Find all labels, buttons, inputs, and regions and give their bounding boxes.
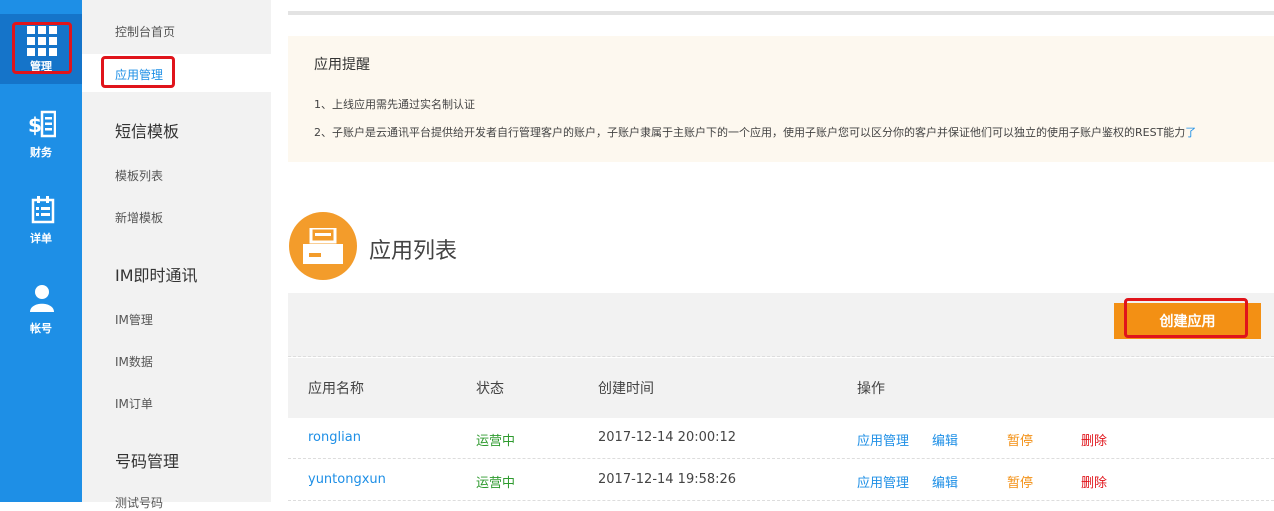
col-status: 状态 (476, 381, 504, 397)
finance-icon: $ (28, 110, 56, 138)
app-name-link[interactable]: ronglian (308, 430, 361, 445)
subnav-console-home[interactable]: 控制台首页 (115, 23, 175, 40)
highlight-box-manage (12, 22, 72, 74)
created-time: 2017-12-14 19:58:26 (598, 472, 737, 487)
nav-detail-label: 详单 (30, 232, 52, 245)
notice-panel: 应用提醒 1、上线应用需先通过实名制认证 2、子账户是云通讯平台提供给开发者自行… (288, 36, 1274, 162)
nav-detail[interactable]: 详单 (0, 192, 82, 262)
subnav-number-manage[interactable]: 号码管理 (115, 448, 179, 472)
inbox-tray-icon (303, 228, 343, 264)
pause-link[interactable]: 暂停 (1007, 472, 1033, 491)
nav-finance-label: 财务 (30, 146, 52, 159)
subnav-template-list[interactable]: 模板列表 (115, 167, 163, 184)
delete-link[interactable]: 删除 (1081, 430, 1107, 449)
status-text: 运营中 (476, 476, 516, 491)
edit-link[interactable]: 编辑 (932, 472, 958, 491)
col-actions: 操作 (857, 381, 885, 397)
subnav-im[interactable]: IM即时通讯 (115, 262, 198, 286)
top-divider (288, 11, 1274, 15)
sub-nav: 控制台首页 应用管理 短信模板 模板列表 新增模板 IM即时通讯 IM管理 IM… (82, 0, 271, 510)
delete-link[interactable]: 删除 (1081, 472, 1107, 491)
table-row: yuntongxun 运营中 2017-12-14 19:58:26 应用管理 … (288, 460, 1274, 501)
calendar-icon (31, 196, 55, 224)
created-time: 2017-12-14 20:00:12 (598, 430, 737, 445)
subnav-test-number[interactable]: 测试号码 (115, 494, 163, 511)
user-icon (30, 285, 54, 312)
subnav-sms-template[interactable]: 短信模板 (115, 118, 179, 142)
col-app-name: 应用名称 (308, 381, 364, 397)
main-nav-rail: 管理 $ 财务 详单 帐号 (0, 0, 82, 502)
app-list-icon (289, 212, 357, 280)
nav-finance[interactable]: $ 财务 (0, 104, 82, 174)
app-manage-link[interactable]: 应用管理 (857, 472, 909, 491)
app-manage-link[interactable]: 应用管理 (857, 430, 909, 449)
edit-link[interactable]: 编辑 (932, 430, 958, 449)
notice-title: 应用提醒 (314, 57, 370, 73)
col-created: 创建时间 (598, 381, 654, 397)
app-list-title: 应用列表 (369, 239, 458, 264)
subnav-im-manage[interactable]: IM管理 (115, 311, 153, 328)
status-text: 运营中 (476, 434, 516, 449)
app-name-link[interactable]: yuntongxun (308, 472, 386, 487)
pause-link[interactable]: 暂停 (1007, 430, 1033, 449)
svg-text:$: $ (28, 113, 42, 137)
table-row: ronglian 运营中 2017-12-14 20:00:12 应用管理 编辑… (288, 418, 1274, 459)
notice-line-2-text: 2、子账户是云通讯平台提供给开发者自行管理客户的账户，子账户隶属于主账户下的一个… (314, 126, 1186, 139)
highlight-box-app-manage (101, 56, 175, 88)
notice-line-1: 1、上线应用需先通过实名制认证 (314, 98, 475, 111)
subnav-add-template[interactable]: 新增模板 (115, 209, 163, 226)
subnav-im-data[interactable]: IM数据 (115, 353, 153, 370)
table-header: 应用名称 状态 创建时间 操作 (288, 358, 1274, 418)
highlight-box-create (1124, 298, 1248, 338)
notice-line-2: 2、子账户是云通讯平台提供给开发者自行管理客户的账户，子账户隶属于主账户下的一个… (314, 124, 1196, 140)
notice-more-link[interactable]: 了 (1185, 126, 1196, 139)
nav-account[interactable]: 帐号 (0, 282, 82, 352)
nav-account-label: 帐号 (30, 322, 52, 335)
subnav-im-order[interactable]: IM订单 (115, 395, 153, 412)
